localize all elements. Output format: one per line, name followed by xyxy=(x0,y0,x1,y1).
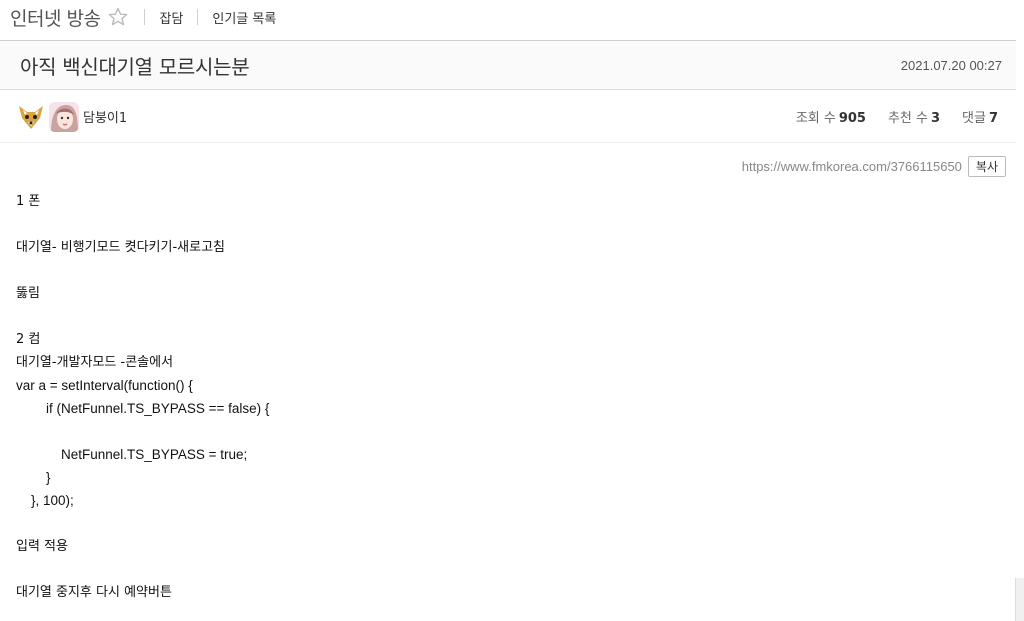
recommend-stat: 추천 수3 xyxy=(888,107,940,126)
body-line: 2 컴 xyxy=(16,332,41,347)
author-name[interactable]: 담붕이1 xyxy=(83,107,127,126)
code-line: }, 100); xyxy=(16,493,74,508)
views-stat: 조회 수 905 xyxy=(796,107,866,126)
body-blank-line xyxy=(16,512,996,535)
body-blank-line xyxy=(16,213,996,236)
comments-count: 7 xyxy=(988,111,998,126)
code-line: if (NetFunnel.TS_BYPASS == false) { xyxy=(16,401,270,416)
recommend-count: 3 xyxy=(930,111,941,126)
post-header: 아직 백신대기열 모르시는분 2021.07.20 00:27 xyxy=(0,40,1016,90)
comments-stat[interactable]: 댓글 7 xyxy=(962,107,998,126)
body-line: 대기열 중지후 다시 예약버튼 xyxy=(16,585,172,600)
nav-divider xyxy=(144,9,146,25)
body-line: 뚫림 xyxy=(16,286,40,301)
body-blank-line xyxy=(16,305,996,328)
board-title-link[interactable]: 인터넷 방송 xyxy=(10,4,101,31)
body-line: 대기열-개발자모드 -콘솔에서 xyxy=(16,355,174,370)
views-label: 조회 수 xyxy=(795,111,836,126)
nav-link-chat[interactable]: 잡담 xyxy=(159,8,183,27)
body-line: 입력 적용 xyxy=(16,539,68,554)
scrollbar-thumb[interactable] xyxy=(1015,578,1024,621)
views-count: 905 xyxy=(838,111,866,126)
avatar[interactable] xyxy=(49,101,79,132)
post-stats: 조회 수 905 추천 수3 댓글 7 xyxy=(774,107,998,126)
post-date: 2021.07.20 00:27 xyxy=(900,57,1002,73)
post-title: 아직 백신대기열 모르시는분 xyxy=(20,54,250,79)
recommend-label: 추천 수 xyxy=(887,111,928,126)
comments-label: 댓글 xyxy=(962,111,986,126)
body-blank-line xyxy=(16,420,996,443)
post-body: 1 폰 대기열- 비행기모드 켯다키기-새로고침 뚫림 2 컴 대기열-개발자모… xyxy=(16,190,996,604)
post-url[interactable]: https://www.fmkorea.com/3766115650 xyxy=(742,159,962,174)
top-nav: 인터넷 방송 잡담 인기글 목록 xyxy=(0,0,1024,34)
star-outline-icon[interactable] xyxy=(108,7,128,27)
code-line: NetFunnel.TS_BYPASS = true; xyxy=(16,447,248,462)
nav-link-popular-list[interactable]: 인기글 목록 xyxy=(212,8,276,27)
body-blank-line xyxy=(16,558,996,581)
author-bar: 담붕이1 조회 수 905 추천 수3 댓글 7 xyxy=(0,91,1016,143)
code-line: } xyxy=(16,470,51,485)
body-line: 1 폰 xyxy=(16,194,41,209)
post-url-row: https://www.fmkorea.com/3766115650 복사 xyxy=(742,156,1006,177)
body-blank-line xyxy=(16,259,996,282)
copy-url-button[interactable]: 복사 xyxy=(967,156,1006,177)
body-line: 대기열- 비행기모드 켯다키기-새로고침 xyxy=(16,240,226,255)
author-info: 담붕이1 xyxy=(16,101,127,132)
level-badge-icon xyxy=(16,102,46,132)
code-line: var a = setInterval(function() { xyxy=(16,378,193,393)
nav-divider xyxy=(197,9,199,25)
